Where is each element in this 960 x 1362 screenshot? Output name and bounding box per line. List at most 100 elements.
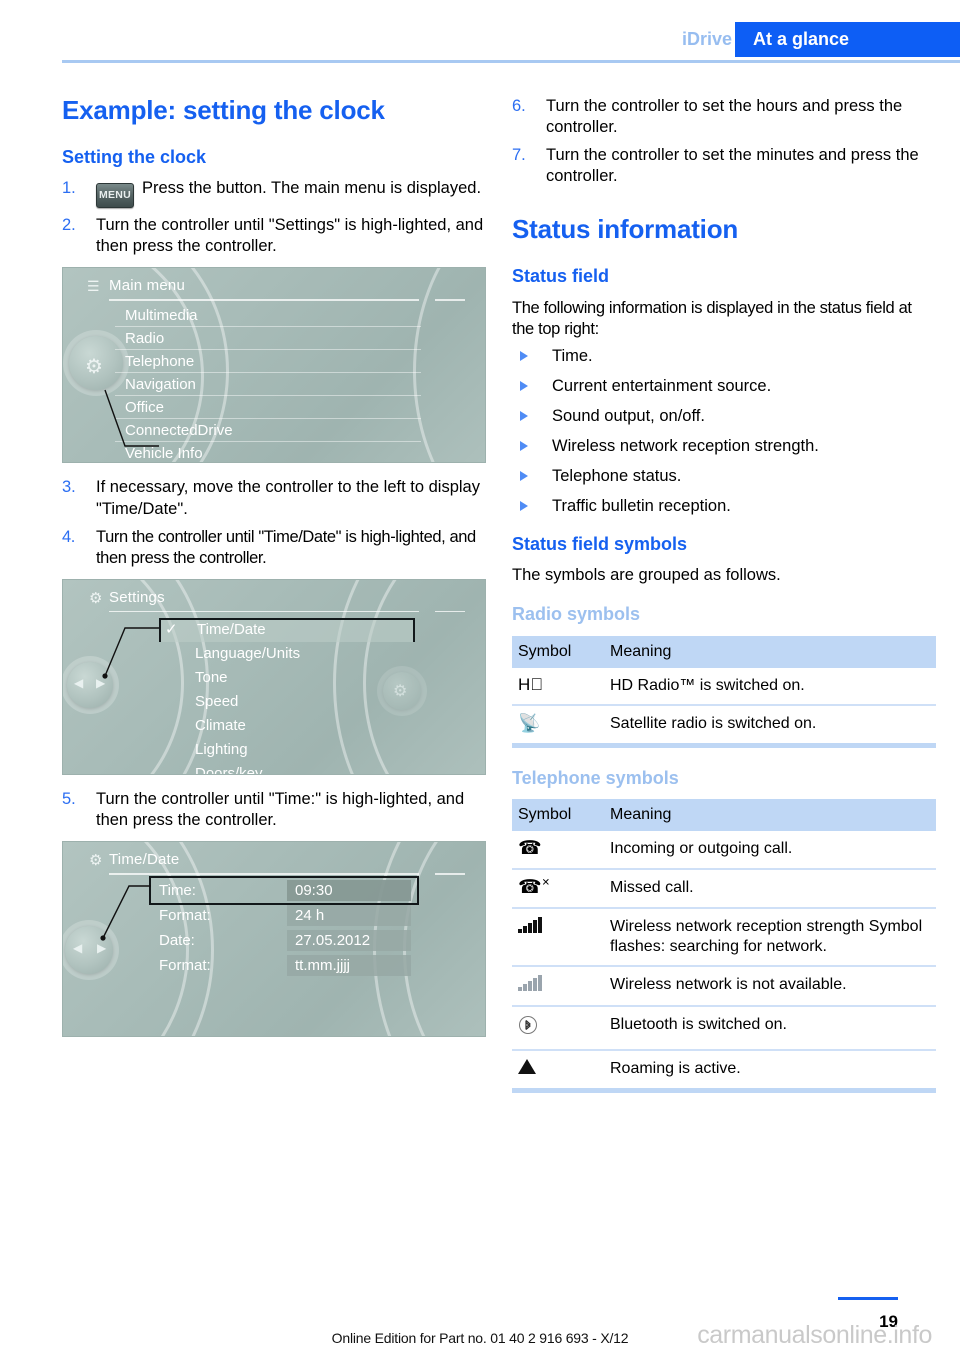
list-item: Wireless network reception strength. <box>512 436 936 457</box>
bluetooth-icon <box>519 1016 537 1035</box>
settings-item[interactable]: Speed <box>159 690 415 714</box>
meaning-cell: Satellite radio is switched on. <box>604 704 936 748</box>
steps-list-1: 1. MENU Press the button. The main menu i… <box>62 178 486 257</box>
screenshot-title: Main menu <box>109 277 186 295</box>
table-header-row: Symbol Meaning <box>512 799 936 832</box>
settings-item-selected[interactable]: ✓ Time/Date <box>159 617 415 642</box>
step-item: 4. Turn the controller until "Time/Date"… <box>62 527 486 569</box>
meaning-cell: Wireless network is not available. <box>604 966 936 1008</box>
screenshot-title: Settings <box>109 588 165 606</box>
page-header: iDrive At a glance <box>0 0 960 63</box>
meaning-cell: Incoming or outgoing call. <box>604 831 936 871</box>
table-header-row: Symbol Meaning <box>512 635 936 668</box>
list-item-label: Time. <box>552 346 593 365</box>
column-header-meaning: Meaning <box>604 635 936 668</box>
step-item: 6. Turn the controller to set the hours … <box>512 96 936 138</box>
step-number: 2. <box>62 216 76 235</box>
step-text: If necessary, move the controller to the… <box>96 478 480 518</box>
telephone-symbols-heading: Telephone symbols <box>512 767 679 788</box>
triangle-bullet-icon <box>520 350 528 361</box>
satellite-radio-icon: 📡 <box>518 712 541 733</box>
step-text: Turn the controller to set the minutes a… <box>546 146 919 186</box>
left-column: Example: setting the clock Setting the c… <box>62 96 486 1051</box>
time-date-row[interactable]: Format: tt.mm.jjjj <box>151 953 417 978</box>
list-item: Traffic bulletin reception. <box>512 496 936 517</box>
list-item: Time. <box>512 346 936 367</box>
row-value: tt.mm.jjjj <box>287 955 411 977</box>
status-field-bullets: Time. Current entertainment source. Soun… <box>512 346 936 518</box>
table-row: Roaming is active. <box>512 1050 936 1094</box>
steps-list-4: 6. Turn the controller to set the hours … <box>512 96 936 187</box>
time-date-row[interactable]: Format: 24 h <box>151 903 417 928</box>
steps-list-3: 5. Turn the controller until "Time:" is … <box>62 789 486 831</box>
gear-clock-icon: ⚙ <box>89 852 103 870</box>
row-label: Time: <box>159 882 196 900</box>
title-rule <box>109 873 419 875</box>
steps-list-2: 3. If necessary, move the controller to … <box>62 477 486 568</box>
radio-symbols-table: Symbol Meaning H⃝ HD Radio™ is switched … <box>512 635 936 748</box>
list-item: Current entertainment source. <box>512 376 936 397</box>
menu-item[interactable]: Radio <box>115 327 421 351</box>
signal-bars-icon <box>518 917 542 934</box>
screenshot-settings: ◀ ▶ ⚙ ⚙ Settings ✓ Time/Date Language/Un… <box>62 578 486 775</box>
menu-item[interactable]: Vehicle Info <box>115 442 421 462</box>
table-row: Bluetooth is switched on. <box>512 1006 936 1052</box>
time-date-row-selected[interactable]: Time: 09:30 <box>149 876 419 906</box>
settings-rows: ✓ Time/Date Language/Units Tone Speed Cl… <box>159 617 415 774</box>
symbol-cell: 📡 <box>512 704 604 748</box>
screenshot-title: Time/Date <box>109 851 180 869</box>
title-rule-right <box>435 299 465 301</box>
status-information-title: Status information <box>512 214 739 245</box>
settings-item[interactable]: Doors/key <box>159 762 415 774</box>
settings-item-label: Time/Date <box>197 620 266 638</box>
row-label: Format: <box>159 907 211 925</box>
list-item-label: Current entertainment source. <box>552 376 772 395</box>
row-value: 27.05.2012 <box>287 930 411 952</box>
status-field-symbols-heading: Status field symbols <box>512 533 688 554</box>
symbol-cell <box>512 908 604 968</box>
step-text: Turn the controller until "Time/Date" is… <box>96 527 476 567</box>
title-rule-right <box>435 610 465 613</box>
status-field-intro: The following information is displayed i… <box>512 298 912 338</box>
step-number: 4. <box>62 527 75 546</box>
time-date-rows: Time: 09:30 Format: 24 h Date: 27.05.201… <box>149 876 419 978</box>
title-rule <box>109 299 419 301</box>
screenshot-time-date: ◀ ▶ ⚙ Time/Date Time: 09:30 Format: 24 h… <box>62 841 486 1038</box>
symbol-cell <box>512 1006 604 1052</box>
step-item: 5. Turn the controller until "Time:" is … <box>62 789 486 831</box>
gear-icon: ⚙ <box>85 356 103 379</box>
check-icon: ✓ <box>165 620 178 638</box>
symbol-cell: ☎✕ <box>512 869 604 910</box>
meaning-cell: Wireless network reception strength Symb… <box>604 908 936 968</box>
settings-item[interactable]: Tone <box>159 666 415 690</box>
footer-rule <box>838 1297 898 1300</box>
menu-item[interactable]: Telephone <box>115 350 421 374</box>
missed-call-icon: ☎✕ <box>518 877 551 899</box>
menu-item[interactable]: Office <box>115 396 421 420</box>
step-item: 1. MENU Press the button. The main menu i… <box>62 178 486 209</box>
step-text: Turn the controller until "Settings" is … <box>96 216 484 256</box>
phone-handset-icon: ☎ <box>518 838 542 860</box>
settings-item[interactable]: Climate <box>159 714 415 738</box>
step-item: 3. If necessary, move the controller to … <box>62 477 486 519</box>
triangle-bullet-icon <box>520 501 528 512</box>
list-item-label: Sound output, on/off. <box>552 407 705 426</box>
row-value: 24 h <box>287 905 411 927</box>
screenshot-main-menu: ⚙ ☰ Main menu Multimedia Radio Telephone… <box>62 267 486 464</box>
header-rule <box>62 60 960 63</box>
menu-item[interactable]: ConnectedDrive <box>115 419 421 443</box>
row-value: 09:30 <box>287 880 411 902</box>
step-item: 2. Turn the controller until "Settings" … <box>62 215 486 257</box>
settings-item[interactable]: Language/Units <box>159 642 415 666</box>
list-item: Telephone status. <box>512 466 936 487</box>
title-rule <box>109 610 419 613</box>
list-item: Sound output, on/off. <box>512 406 936 427</box>
time-date-row[interactable]: Date: 27.05.2012 <box>151 928 417 953</box>
roaming-triangle-icon <box>518 1059 536 1075</box>
signal-bars-grey-icon <box>518 975 542 992</box>
menu-item[interactable]: Multimedia <box>115 304 421 328</box>
step-text: Press the button. The main menu is displ… <box>142 179 482 198</box>
settings-item[interactable]: Lighting <box>159 738 415 762</box>
left-arrow-icon: ◀ <box>74 675 84 690</box>
menu-item[interactable]: Navigation <box>115 373 421 397</box>
